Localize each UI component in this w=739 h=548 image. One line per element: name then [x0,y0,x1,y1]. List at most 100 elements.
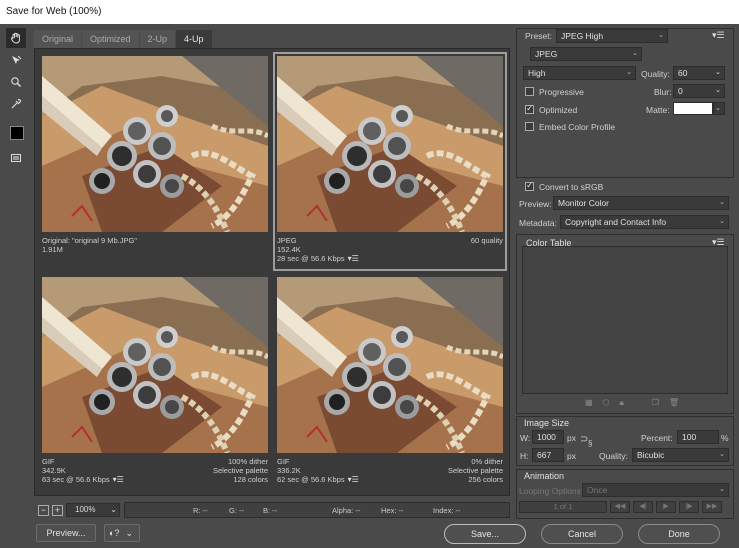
matte-dropdown[interactable]: ⌄ [713,102,725,115]
chevron-down-icon: ⌄ [125,528,133,538]
blur-label: Blur: [654,87,672,97]
map-transparency-icon[interactable]: ▦ [585,398,593,408]
zoom-out-button[interactable]: − [38,505,49,516]
tab-original[interactable]: Original [34,30,82,48]
pane-format: Original: "original 9 Mb.JPG" [42,236,137,245]
preview-pane-gif-256[interactable]: GIF 0% dither 336.2K Selective palette 62 … [275,275,505,490]
preview-pane-original[interactable]: Original: "original 9 Mb.JPG" 1.91M [40,54,270,269]
quality-label: Quality: [641,69,670,79]
pane-file-size: 152.4K [277,245,301,254]
readout-index: Index: -- [433,506,461,515]
pane-info: JPEG 60 quality 152.4K 28 sec @ 56.6 Kbps… [277,236,503,263]
percent-input[interactable]: 100 [677,430,719,444]
pane-info: Original: "original 9 Mb.JPG" 1.91M [42,236,268,254]
browser-select-button[interactable]: ◐? ⌄ [104,524,140,542]
pane-colors: 256 colors [468,475,503,484]
download-speed-menu-icon[interactable]: ▾☰ [348,475,359,484]
preset-label: Preset: [525,31,552,41]
zoom-level-value: 100% [75,505,96,514]
chevron-down-icon: ⌄ [110,505,117,514]
blur-input[interactable]: 0 ⌄ [673,84,725,98]
optimized-checkbox[interactable] [525,103,534,114]
chevron-down-icon: ⌄ [715,105,721,112]
progressive-label: Progressive [539,87,584,97]
toggle-slices-icon[interactable] [6,148,26,168]
height-input[interactable]: 667 [532,448,564,462]
preset-select[interactable]: JPEG High ⌄ [556,29,668,43]
play-icon[interactable]: ▶ [656,501,676,513]
resample-quality-select[interactable]: Bicubic ⌄ [632,448,729,462]
zoom-tool-icon[interactable] [6,72,26,92]
chain-icon[interactable]: § [588,439,592,448]
matte-color-swatch[interactable] [673,102,713,115]
pane-file-size: 342.9K [42,466,66,475]
compression-quality-value: High [528,68,546,78]
previous-frame-icon[interactable]: ◀| [633,501,653,513]
color-table-toolbar: ▦ ⬡ 🔒︎ ❐ 🗑︎ [585,398,679,408]
convert-srgb-checkbox[interactable] [525,180,534,191]
quality-input[interactable]: 60 ⌄ [673,66,725,80]
download-speed-menu-icon[interactable]: ▾☰ [348,254,359,263]
looping-options-value: Once [587,485,608,495]
eyedropper-tool-icon[interactable] [6,94,26,114]
preview-color-select[interactable]: Monitor Color ⌄ [553,196,729,210]
pane-palette: Selective palette [212,466,268,475]
width-label: W: [520,433,531,443]
chevron-down-icon[interactable]: ⌄ [715,67,721,79]
web-shift-icon[interactable]: ⬡ [603,398,610,408]
pane-download-time: 63 sec @ 56.6 Kbps [42,475,110,484]
next-frame-icon[interactable]: |▶ [679,501,699,513]
preview-pane-gif-128[interactable]: GIF 100% dither 342.9K Selective palette 6… [40,275,270,490]
image-size-title: Image Size [524,418,570,428]
zoom-level-select[interactable]: 100% ⌄ [66,503,120,517]
metadata-value: Copyright and Contact Info [565,217,667,227]
animation-title: Animation [524,471,565,481]
readout-r: R: -- [193,506,208,515]
pane-format: GIF [42,457,55,466]
file-format-select[interactable]: JPEG ⌄ [530,47,642,61]
preview-pane-jpeg[interactable]: JPEG 60 quality 152.4K 28 sec @ 56.6 Kbps… [273,52,507,271]
eyedropper-color-swatch[interactable] [10,126,24,140]
save-button[interactable]: Save... [444,524,526,544]
color-readout-bar: R: -- G: -- B: -- Alpha: -- Hex: -- Inde… [124,502,510,518]
pane-setting: 0% dither [471,457,503,466]
optimize-menu-icon[interactable]: ▾☰ [712,30,725,41]
delete-color-icon[interactable]: 🗑︎ [669,398,679,408]
chevron-down-icon[interactable]: ⌄ [715,85,721,97]
pane-format: JPEG [277,236,297,245]
preset-value: JPEG High [561,31,604,41]
color-table-swatches[interactable] [522,246,728,394]
preview-area[interactable]: Original: "original 9 Mb.JPG" 1.91M JPEG… [34,48,510,496]
chevron-down-icon: ⌄ [626,69,632,76]
preview-in-browser-button[interactable]: Preview... [36,524,96,542]
zoom-in-button[interactable]: + [52,505,63,516]
tab-2-up[interactable]: 2-Up [139,30,176,48]
quality-value: 60 [678,68,688,78]
lock-color-icon[interactable]: 🔒︎ [620,398,624,408]
view-tabs: Original Optimized 2-Up 4-Up [34,30,213,48]
matte-label: Matte: [646,105,670,115]
hand-tool-icon[interactable] [6,28,26,48]
pane-setting: 100% dither [227,457,268,466]
cancel-button[interactable]: Cancel [541,524,623,544]
slice-select-tool-icon[interactable] [6,50,26,70]
width-input[interactable]: 1000 [532,430,564,444]
readout-hex: Hex: -- [381,506,404,515]
preview-image [277,277,503,453]
done-button[interactable]: Done [638,524,720,544]
tab-optimized[interactable]: Optimized [82,30,139,48]
embed-color-profile-checkbox[interactable] [525,122,534,131]
resample-quality-value: Bicubic [637,450,665,460]
metadata-select[interactable]: Copyright and Contact Info ⌄ [560,215,729,229]
tab-4-up[interactable]: 4-Up [176,30,212,48]
progressive-checkbox[interactable] [525,87,534,96]
new-color-icon[interactable]: ❐ [652,398,659,408]
compression-quality-select[interactable]: High ⌄ [523,66,636,80]
preview-image [42,56,268,232]
first-frame-icon[interactable]: ◀◀ [610,501,630,513]
last-frame-icon[interactable]: ▶▶ [702,501,722,513]
pane-download-time: 62 sec @ 56.6 Kbps [277,475,345,484]
looping-options-select[interactable]: Once ⌄ [582,483,729,497]
convert-srgb-label: Convert to sRGB [539,182,604,192]
download-speed-menu-icon[interactable]: ▾☰ [113,475,124,484]
